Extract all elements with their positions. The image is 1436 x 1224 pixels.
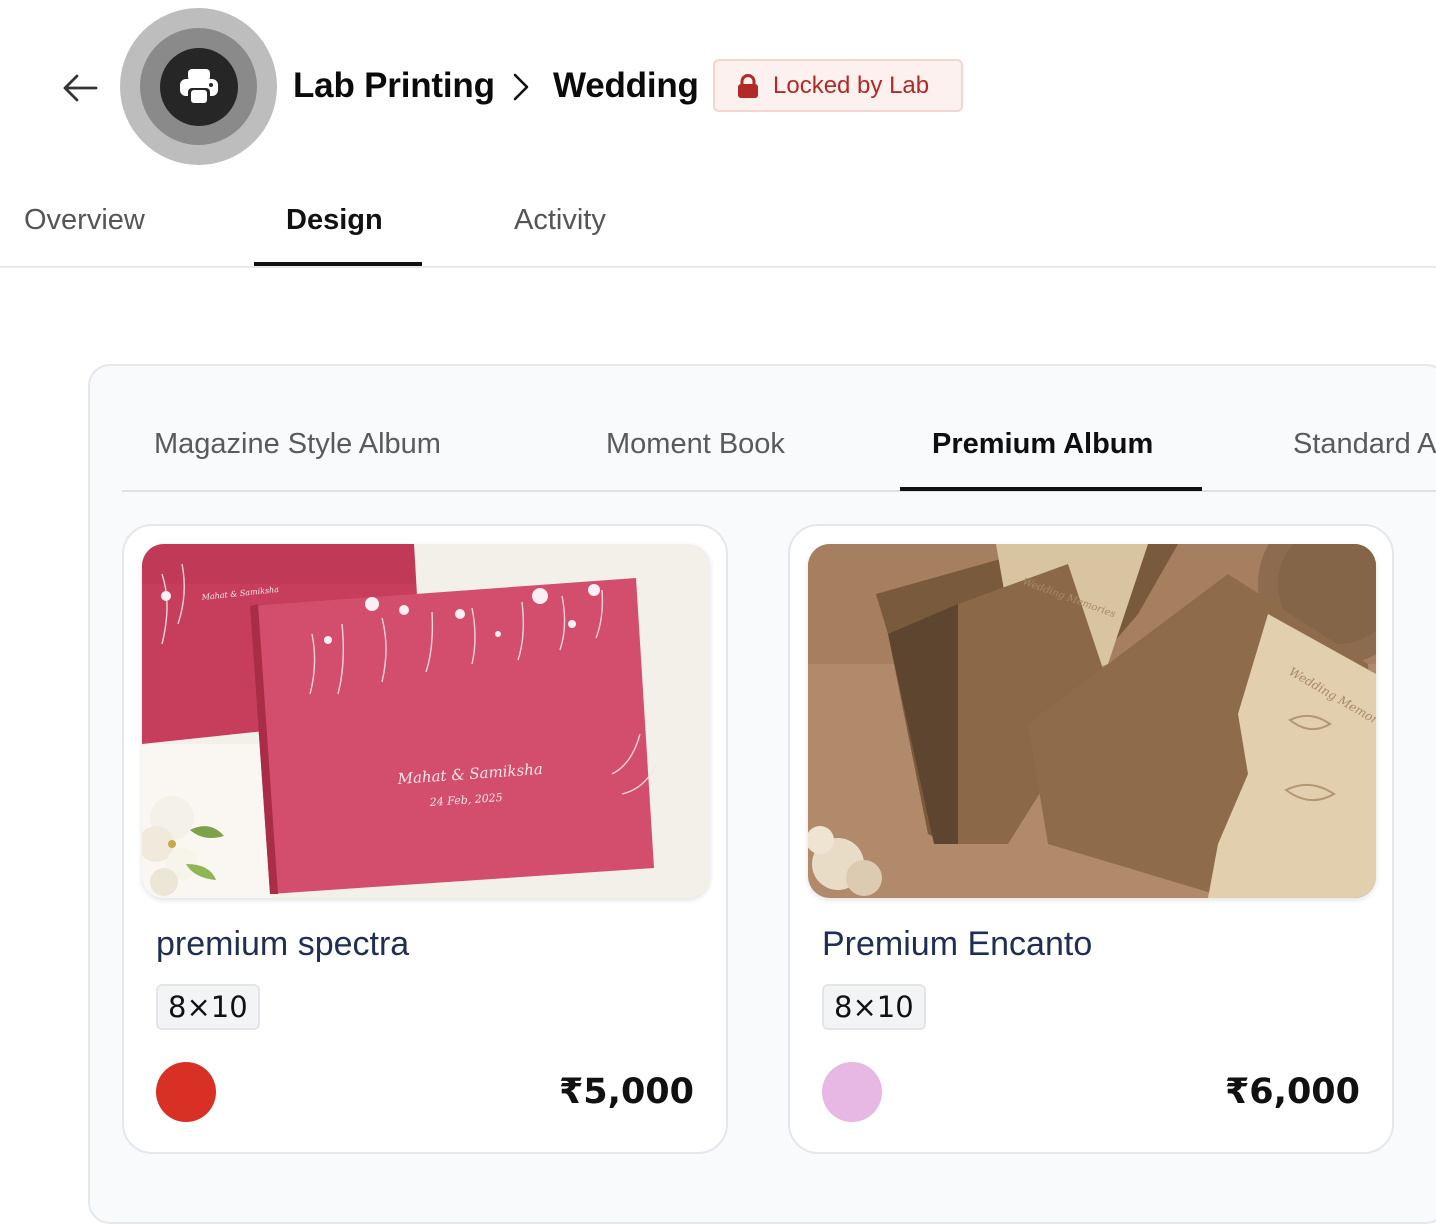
breadcrumb-lab-printing[interactable]: Lab Printing [293,64,495,108]
color-swatch[interactable] [156,1062,216,1122]
tab-design[interactable]: Design [286,198,383,242]
color-swatch[interactable] [822,1062,882,1122]
active-tab-indicator [254,262,422,266]
active-subtab-indicator [900,487,1202,491]
back-button[interactable] [58,66,102,110]
subtab-moment-book[interactable]: Moment Book [606,422,785,466]
tab-overview[interactable]: Overview [24,198,145,242]
lock-badge-label: Locked by Lab [773,71,930,99]
product-name: premium spectra [156,925,410,963]
brown-wood-album-image: Wedding Memories Wedding Memories [808,544,1376,898]
red-album-cover-image: Mahat & Samiksha 24 Feb, 2025 Mahat & Sa… [142,544,710,898]
avatar [120,8,277,165]
breadcrumb-wedding: Wedding [553,66,699,105]
product-card-premium-encanto[interactable]: Wedding Memories Wedding Memories Premiu… [788,524,1394,1154]
locked-status-badge: Locked by Lab [713,59,963,112]
product-price: ₹6,000 [1224,1072,1360,1112]
subtabs-divider [122,490,1436,492]
size-badge: 8×10 [156,984,260,1030]
lock-icon [738,73,758,98]
product-card-premium-spectra[interactable]: Mahat & Samiksha 24 Feb, 2025 Mahat & Sa… [122,524,728,1154]
tab-activity[interactable]: Activity [514,198,606,242]
size-badge: 8×10 [822,984,926,1030]
arrow-left-icon [63,74,98,102]
printer-icon [179,68,218,105]
product-price: ₹5,000 [558,1072,694,1112]
subtab-standard-album[interactable]: Standard Album [1293,422,1436,466]
subtab-magazine-style-album[interactable]: Magazine Style Album [154,422,441,466]
tabs-divider [0,266,1436,268]
chevron-right-icon [507,70,535,104]
subtab-premium-album[interactable]: Premium Album [932,422,1153,466]
product-name: Premium Encanto [822,925,1093,963]
